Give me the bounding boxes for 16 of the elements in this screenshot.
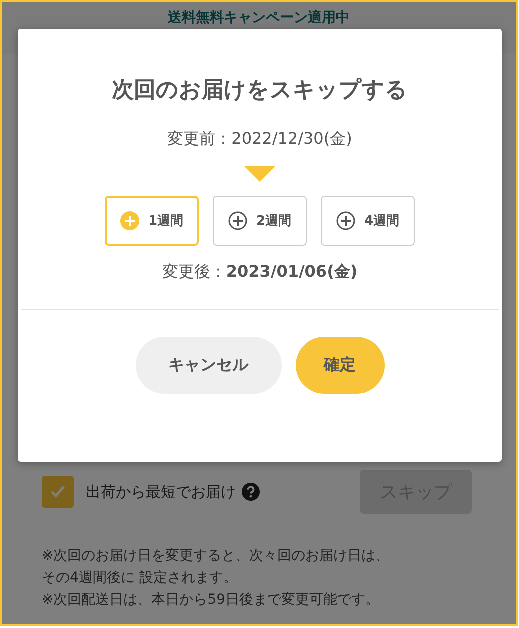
- confirm-button[interactable]: 確定: [296, 337, 384, 394]
- down-triangle-icon: [244, 166, 276, 182]
- week-option[interactable]: 2週間: [213, 196, 307, 246]
- campaign-text: 送料無料キャンペーン適用中: [168, 9, 350, 27]
- after-date: 変更後：2023/01/06(金): [162, 262, 358, 283]
- week-option[interactable]: 4週間: [321, 196, 415, 246]
- note-text: ※次回配送日は、本日から59日後まで変更可能です。: [42, 591, 381, 610]
- help-icon[interactable]: [242, 483, 260, 501]
- check-icon: [50, 485, 66, 499]
- checkbox-label: 出荷から最短でお届け: [86, 482, 236, 502]
- checkbox[interactable]: [42, 476, 74, 508]
- cancel-button[interactable]: キャンセル: [136, 337, 282, 394]
- dialog-title: 次回のお届けをスキップする: [112, 77, 408, 105]
- note-text: ※次回のお届け日を変更すると、次々回のお届け日は、 その4週間後に 設定されます。: [42, 547, 391, 588]
- week-option[interactable]: 1週間: [105, 196, 199, 246]
- before-date: 変更前：2022/12/30(金): [168, 129, 352, 150]
